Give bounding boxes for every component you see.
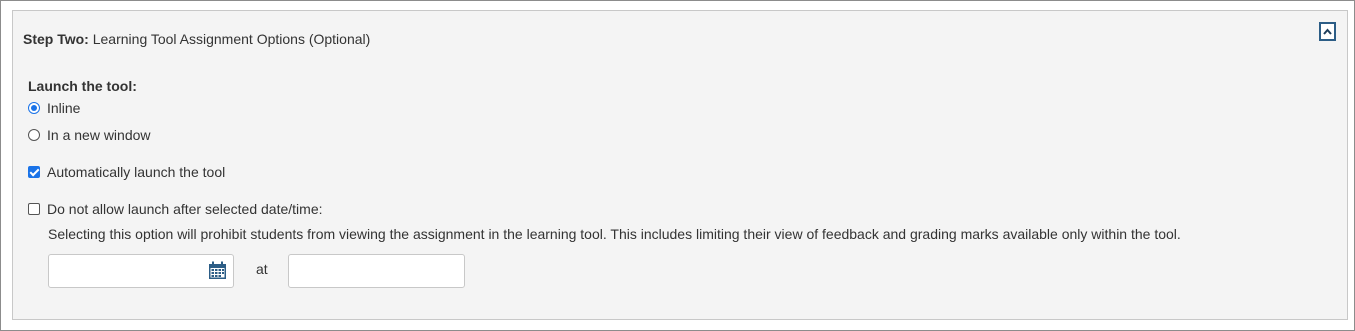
- time-field[interactable]: [288, 254, 465, 288]
- restrict-launch-checkbox[interactable]: [28, 203, 40, 215]
- date-field[interactable]: [48, 254, 234, 288]
- inline-label: Inline: [47, 100, 81, 116]
- launch-tool-label: Launch the tool:: [28, 78, 137, 94]
- auto-launch-checkbox[interactable]: [28, 166, 40, 178]
- at-label: at: [256, 261, 268, 277]
- chevron-up-icon: [1323, 28, 1332, 35]
- calendar-icon[interactable]: [208, 261, 227, 280]
- section-heading: Step Two: Learning Tool Assignment Optio…: [23, 31, 370, 47]
- auto-launch-option[interactable]: Automatically launch the tool: [28, 164, 225, 180]
- new-window-radio[interactable]: [28, 129, 40, 141]
- auto-launch-label: Automatically launch the tool: [47, 164, 226, 180]
- collapse-button[interactable]: [1319, 22, 1336, 41]
- launch-new-window-option[interactable]: In a new window: [28, 127, 151, 143]
- step-title: Learning Tool Assignment Options (Option…: [92, 31, 371, 47]
- restrict-launch-label: Do not allow launch after selected date/…: [47, 201, 323, 217]
- restrict-launch-option[interactable]: Do not allow launch after selected date/…: [28, 201, 323, 217]
- launch-inline-option[interactable]: Inline: [28, 100, 80, 116]
- new-window-label: In a new window: [47, 127, 151, 143]
- inline-radio[interactable]: [28, 102, 40, 114]
- step-two-panel: Step Two: Learning Tool Assignment Optio…: [12, 10, 1348, 320]
- step-label: Step Two:: [23, 31, 89, 47]
- restrict-description: Selecting this option will prohibit stud…: [48, 226, 1181, 242]
